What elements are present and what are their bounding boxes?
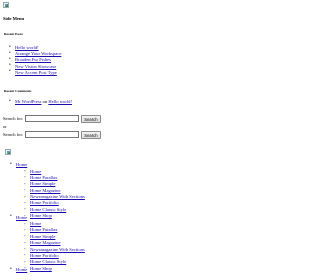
submenu-link[interactable]: Home Parallax [30, 175, 57, 180]
submenu-item: Home Shop [24, 265, 85, 272]
recent-comments-heading: Recent Comments [4, 89, 32, 93]
submenu-link[interactable]: Home [30, 169, 41, 174]
or-text: or [3, 124, 7, 129]
submenu-link[interactable]: Home Portfolio [30, 253, 59, 258]
recent-comments-list: Mr WordPress on Hello world! [9, 98, 72, 105]
submenu-link[interactable]: Home Parallax [30, 227, 57, 232]
submenu-link[interactable]: Home Simple [30, 234, 55, 239]
search-button[interactable]: Search [81, 114, 101, 123]
comment-post-link[interactable]: Hello world! [48, 99, 72, 104]
search-input[interactable] [25, 131, 80, 138]
submenu-link[interactable]: Home Classic Style [30, 259, 66, 264]
search-input[interactable] [25, 115, 80, 122]
search-label: Search for: [3, 131, 24, 137]
search-button[interactable]: Search [81, 130, 101, 139]
comment-connector: on [42, 99, 48, 104]
submenu-link[interactable]: Home Simple [30, 181, 55, 186]
recent-post-link[interactable]: Hello world! [15, 45, 39, 50]
broken-image-icon [3, 2, 9, 8]
submenu-link[interactable]: Home Magazine [30, 188, 61, 193]
broken-image-icon [5, 149, 11, 155]
search-form: Search for: Search [3, 114, 101, 123]
search-form: Search for: Search [3, 130, 101, 139]
submenu-item: Home Shop [24, 213, 85, 219]
nav-link-home[interactable]: Home [16, 162, 27, 167]
list-item: Mr WordPress on Hello world! [9, 98, 72, 105]
submenu-link[interactable]: Newsmagazine With Sections [30, 247, 85, 252]
list-item: New Accent Post Type [9, 69, 61, 76]
recent-posts-list: Hello world! Arrange Your Workspace Broa… [9, 44, 61, 76]
nav-menu: Home [10, 266, 27, 273]
submenu-link[interactable]: Home Portfolio [30, 200, 59, 205]
sidebar-title: Side Menu [3, 16, 25, 21]
recent-post-link[interactable]: Arrange Your Workspace [15, 51, 61, 56]
recent-posts-heading: Recent Posts [4, 32, 23, 36]
search-label: Search for: [3, 115, 24, 121]
nav-submenu: Home Home Parallax Home Simple Home Maga… [24, 220, 85, 272]
nav-link-home[interactable]: Home [16, 267, 27, 272]
recent-post-link[interactable]: New Vision Showcase [15, 64, 56, 69]
submenu-link[interactable]: Home Shop [30, 213, 52, 218]
submenu-link[interactable]: Home Classic Style [30, 207, 66, 212]
nav-link-home[interactable]: Home [16, 215, 27, 220]
submenu-link[interactable]: Home Shop [30, 266, 52, 271]
submenu-link[interactable]: Newsmagazine With Sections [30, 194, 85, 199]
comment-author-link[interactable]: Mr WordPress [15, 99, 41, 104]
recent-post-link[interactable]: New Accent Post Type [15, 70, 57, 75]
submenu-link[interactable]: Home Magazine [30, 240, 61, 245]
submenu-link[interactable]: Home [30, 221, 41, 226]
nav-submenu: Home Home Parallax Home Simple Home Maga… [24, 168, 85, 220]
nav-item: Home [10, 266, 27, 273]
recent-post-link[interactable]: Broaden Fur Fishes [15, 57, 51, 62]
